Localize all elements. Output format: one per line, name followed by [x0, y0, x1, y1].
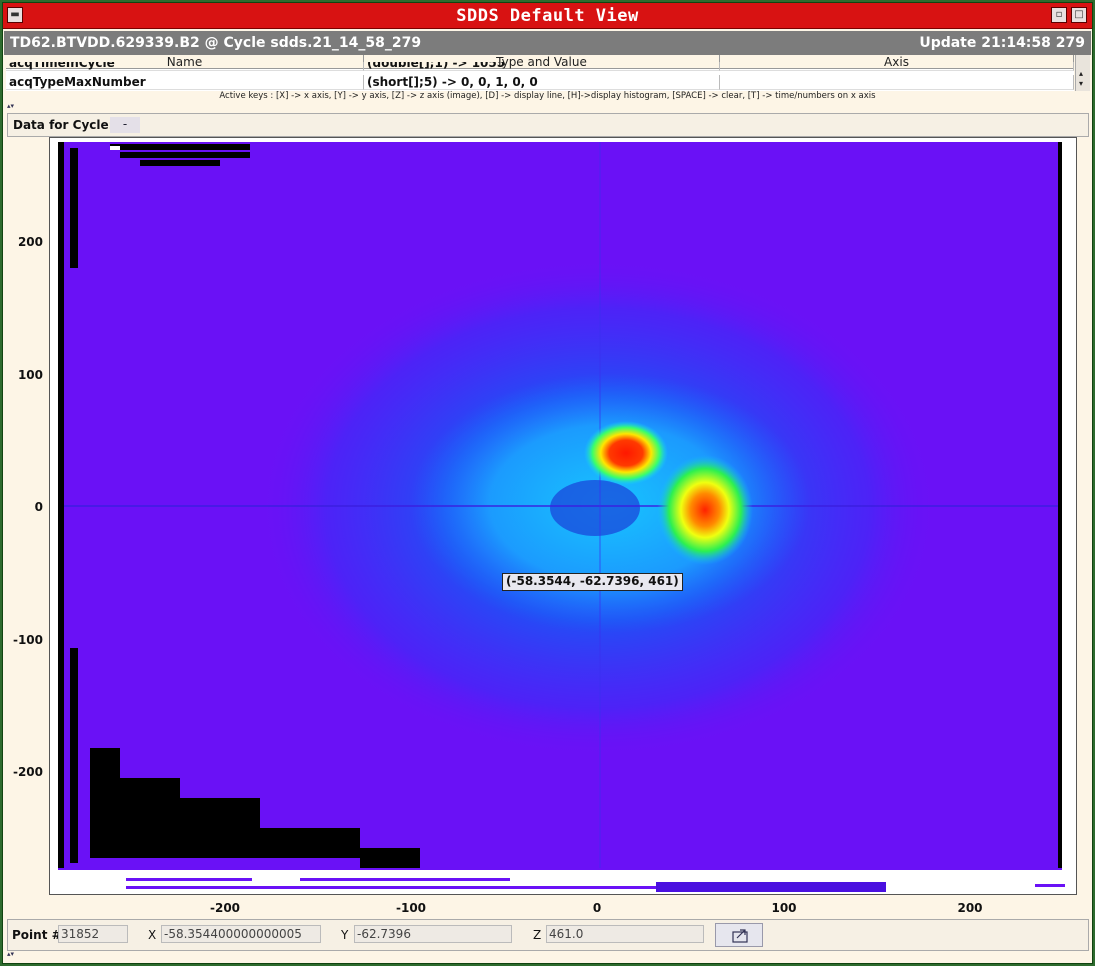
- y-tick-label: 0: [34, 500, 43, 514]
- z-field[interactable]: 461.0: [546, 925, 704, 943]
- beam-image[interactable]: [50, 138, 1074, 892]
- cursor-value-tooltip: (-58.3544, -62.7396, 461): [502, 573, 683, 591]
- point-label: Point #: [12, 928, 62, 942]
- x-tick-label: 200: [957, 901, 983, 915]
- maximize-button[interactable]: □: [1071, 7, 1087, 23]
- beam-hole: [550, 480, 640, 536]
- x-tick-label: -100: [395, 901, 427, 915]
- export-icon: [732, 929, 748, 943]
- x-field[interactable]: -58.354400000000005: [161, 925, 321, 943]
- scroll-down-icon[interactable]: ▾: [1079, 79, 1083, 88]
- table-row-name[interactable]: acqTimeInCycle: [6, 62, 364, 71]
- hotspot-right: [657, 455, 753, 565]
- y-tick-label: -100: [12, 633, 43, 647]
- x-tick-label: -200: [209, 901, 241, 915]
- table-scrollbar[interactable]: ▴ ▾: [1075, 55, 1090, 91]
- z-label: Z: [533, 928, 542, 942]
- status-bar: Point # 31852 X -58.354400000000005 Y -6…: [7, 919, 1089, 951]
- cycle-label: Data for Cycle:: [13, 118, 114, 132]
- image-plot[interactable]: [49, 137, 1077, 895]
- x-tick-label: 100: [771, 901, 797, 915]
- scroll-up-icon[interactable]: ▴: [1079, 69, 1083, 78]
- device-cycle-label: TD62.BTVDD.629339.B2 @ Cycle sdds.21_14_…: [10, 35, 422, 51]
- x-label: X: [148, 928, 157, 942]
- device-header: TD62.BTVDD.629339.B2 @ Cycle sdds.21_14_…: [4, 31, 1091, 55]
- y-field[interactable]: -62.7396: [354, 925, 512, 943]
- table-row-value[interactable]: (double[];1) -> 1055: [364, 62, 720, 71]
- window-title: SDDS Default View: [456, 6, 639, 26]
- hotspot-upper: [584, 421, 668, 485]
- split-pane-divider-bottom[interactable]: ▴▾: [7, 951, 1089, 959]
- title-bar: ▬ SDDS Default View ▫ □: [3, 3, 1092, 29]
- split-pane-divider[interactable]: ▴▾: [7, 103, 1089, 110]
- export-button[interactable]: [715, 923, 763, 947]
- table-row-axis[interactable]: [720, 75, 1074, 90]
- y-tick-label: 200: [17, 235, 43, 249]
- table-row-axis[interactable]: [720, 62, 1074, 71]
- table-row-name[interactable]: acqTypeMaxNumber: [6, 75, 364, 90]
- x-tick-label: 0: [592, 901, 602, 915]
- table-row-value[interactable]: (short[];5) -> 0, 0, 1, 0, 0: [364, 75, 720, 90]
- y-tick-label: -200: [12, 765, 43, 779]
- update-time-label: Update 21:14:58 279: [919, 35, 1085, 51]
- minimize-button[interactable]: ▫: [1051, 7, 1067, 23]
- point-field[interactable]: 31852: [58, 925, 128, 943]
- active-keys-help: Active keys : [X] -> x axis, [Y] -> y ax…: [219, 91, 876, 101]
- cycle-bar: Data for Cycle: -: [7, 113, 1089, 137]
- property-table: Name Type and Value Axis acqTimeInCycle …: [6, 55, 1074, 91]
- y-tick-label: 100: [17, 368, 43, 382]
- cycle-value: -: [110, 117, 140, 133]
- y-label: Y: [341, 928, 349, 942]
- app-window: ▬ SDDS Default View ▫ □ TD62.BTVDD.62933…: [2, 2, 1093, 964]
